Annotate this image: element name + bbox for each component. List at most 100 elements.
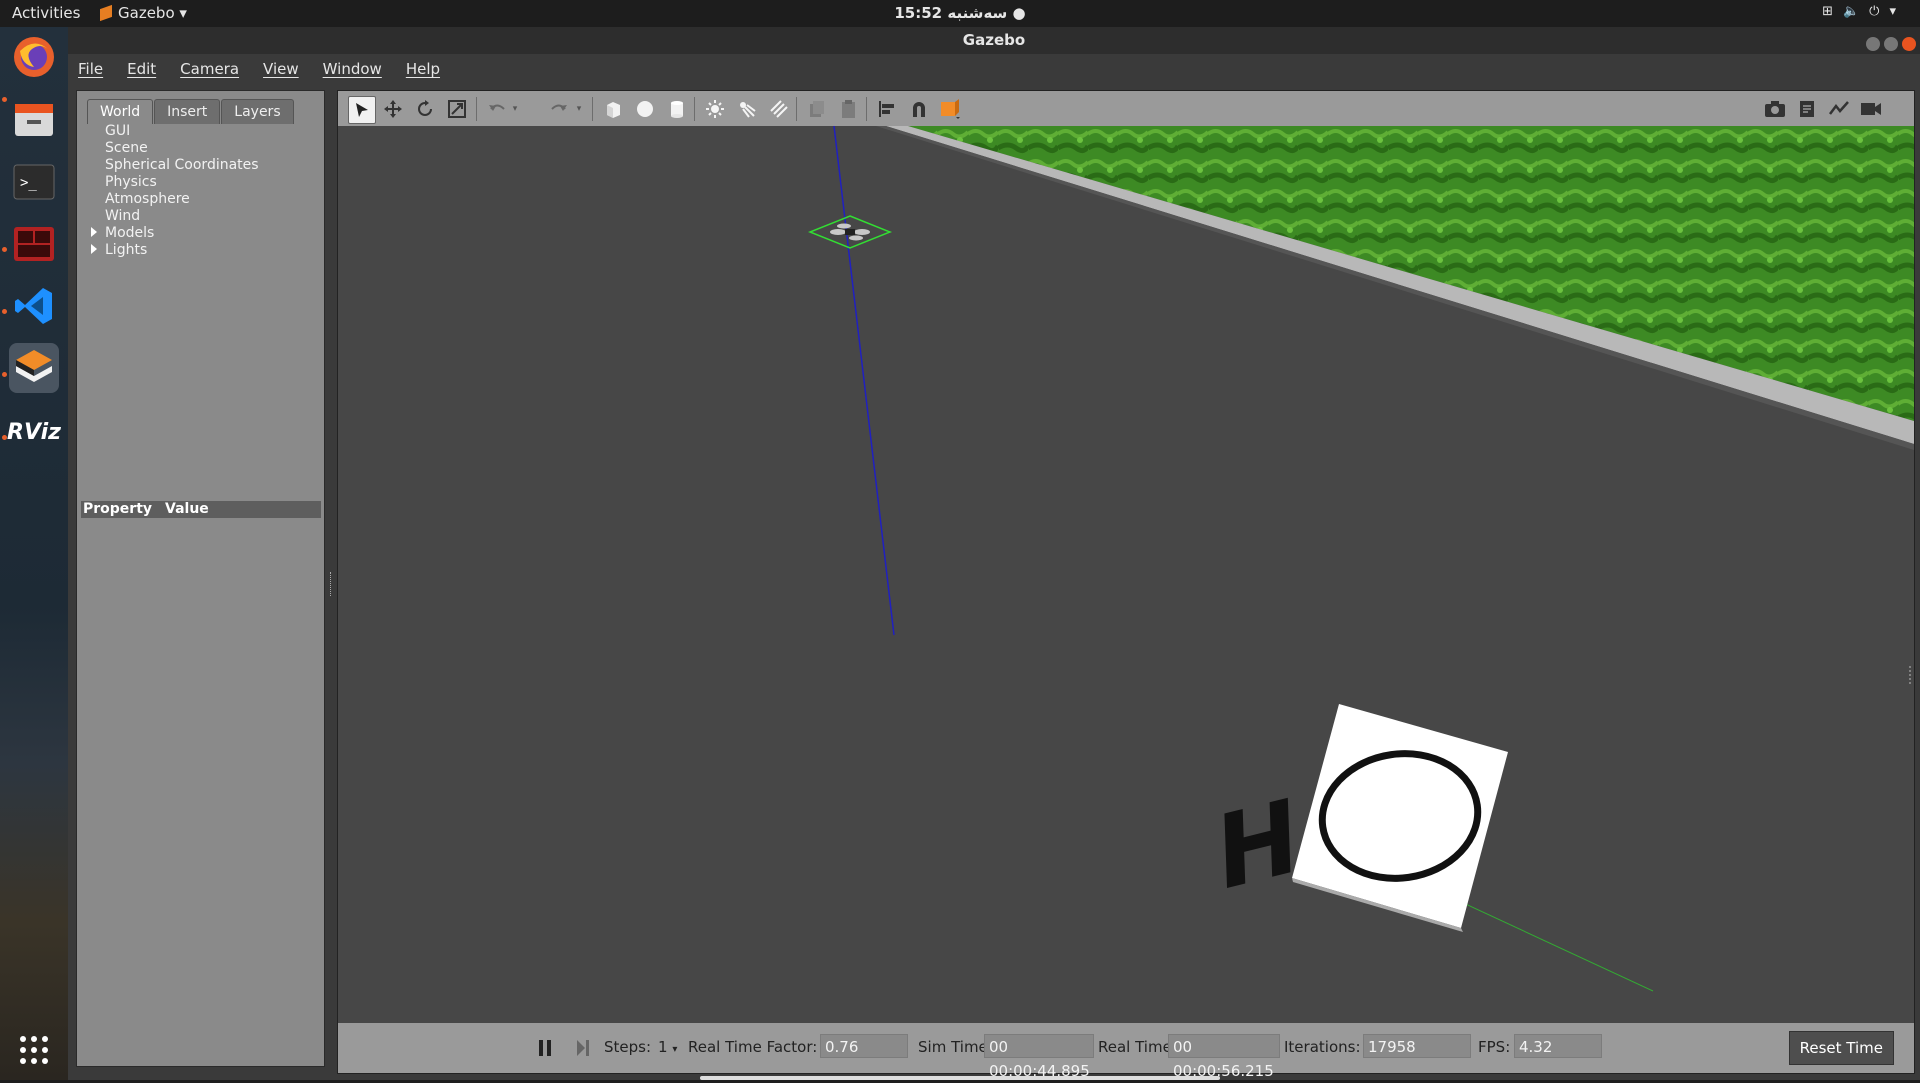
steps-spinbox[interactable]: 1 ▾ bbox=[658, 1038, 677, 1056]
terminal-icon[interactable]: >_ bbox=[9, 157, 59, 207]
tree-item-models[interactable]: Models bbox=[77, 225, 324, 242]
grid-icon[interactable] bbox=[9, 1025, 59, 1075]
window-controls bbox=[1862, 33, 1916, 60]
sim-time-label: Sim Time: bbox=[918, 1038, 993, 1056]
paste-icon[interactable] bbox=[836, 96, 862, 122]
time-panel: Steps: 1 ▾ Real Time Factor: 0.76 Sim Ti… bbox=[338, 1023, 1914, 1080]
reset-time-button[interactable]: Reset Time bbox=[1788, 1031, 1894, 1065]
title-bar[interactable]: Gazebo bbox=[68, 27, 1920, 54]
snap-magnet-icon[interactable] bbox=[906, 96, 932, 122]
files-icon[interactable] bbox=[9, 94, 59, 144]
render-panel: ▾ ▾ H Steps: 1 ▾ Real Time Factor: 0.76 … bbox=[337, 90, 1915, 1080]
sim-time-field: 00 00:00:44.895 bbox=[984, 1034, 1094, 1080]
real-time-label: Real Time: bbox=[1098, 1038, 1177, 1056]
redo-history-icon[interactable]: ▾ bbox=[572, 96, 586, 122]
close-button[interactable] bbox=[1902, 37, 1916, 51]
viewport-toolbar: ▾ ▾ bbox=[338, 91, 1914, 126]
menu-file[interactable]: File bbox=[78, 60, 103, 78]
tree-item-lights[interactable]: Lights bbox=[77, 242, 324, 259]
translate-mode-icon[interactable] bbox=[380, 96, 406, 122]
firefox-icon[interactable] bbox=[9, 32, 59, 82]
log-data-icon[interactable] bbox=[1794, 96, 1820, 122]
network-icon: ⊞ bbox=[1822, 4, 1843, 19]
pause-icon[interactable] bbox=[532, 1035, 558, 1061]
copy-icon[interactable] bbox=[804, 96, 830, 122]
menu-view[interactable]: View bbox=[263, 60, 299, 78]
menu-bar: File Edit Camera View Window Help bbox=[68, 54, 1920, 81]
expand-arrow-icon[interactable] bbox=[91, 244, 97, 254]
steps-value: 1 bbox=[658, 1038, 668, 1056]
iterations-label: Iterations: bbox=[1284, 1038, 1361, 1056]
tree-item-spherical-coordinates[interactable]: Spherical Coordinates bbox=[77, 157, 324, 174]
tree-item-atmosphere[interactable]: Atmosphere bbox=[77, 191, 324, 208]
menu-window[interactable]: Window bbox=[323, 60, 382, 78]
helipad-letter: H bbox=[1215, 775, 1300, 914]
video-record-icon[interactable] bbox=[1858, 96, 1884, 122]
tree-item-physics[interactable]: Physics bbox=[77, 174, 324, 191]
tree-item-models-label: Models bbox=[105, 225, 155, 241]
scene-canvas: H bbox=[338, 126, 1914, 1023]
property-header: Property Value bbox=[81, 501, 321, 518]
svg-text:>_: >_ bbox=[20, 175, 37, 191]
3d-scene[interactable]: H bbox=[338, 126, 1914, 1023]
menu-help[interactable]: Help bbox=[406, 60, 440, 78]
clock[interactable]: 15:52 سەشنبە ● bbox=[0, 4, 1920, 22]
menu-edit[interactable]: Edit bbox=[127, 60, 156, 78]
chevron-down-icon: ▾ bbox=[1889, 4, 1906, 19]
screenshot-icon[interactable] bbox=[1762, 96, 1788, 122]
box-shape-icon[interactable] bbox=[600, 96, 626, 122]
tree-item-scene[interactable]: Scene bbox=[77, 140, 324, 157]
rtf-label: Real Time Factor: bbox=[688, 1038, 818, 1056]
rviz-icon[interactable]: RViz bbox=[7, 407, 61, 457]
real-time-field: 00 00:00:56.215 bbox=[1168, 1034, 1280, 1080]
step-forward-icon[interactable] bbox=[570, 1035, 596, 1061]
chevron-down-icon: ▾ bbox=[672, 1044, 678, 1055]
view-angle-icon[interactable] bbox=[938, 96, 964, 122]
point-light-icon[interactable] bbox=[702, 96, 728, 122]
align-icon[interactable] bbox=[874, 96, 900, 122]
steps-label: Steps: bbox=[604, 1038, 652, 1056]
dock: >_ RViz bbox=[0, 27, 68, 1080]
power-icon: ⏻ bbox=[1869, 4, 1890, 19]
expand-arrow-icon[interactable] bbox=[91, 227, 97, 237]
gazebo-dock-icon[interactable] bbox=[9, 343, 59, 393]
tree-item-gui[interactable]: GUI bbox=[77, 123, 324, 140]
window-title: Gazebo bbox=[962, 31, 1026, 49]
sphere-shape-icon[interactable] bbox=[632, 96, 658, 122]
gazebo-window: Gazebo File Edit Camera View Window Help Worl… bbox=[68, 27, 1920, 1080]
menu-camera[interactable]: Camera bbox=[180, 60, 239, 78]
select-mode-icon[interactable] bbox=[348, 96, 376, 124]
property-column-header: Property bbox=[83, 501, 153, 517]
plot-icon[interactable] bbox=[1826, 96, 1852, 122]
maximize-button[interactable] bbox=[1884, 37, 1898, 51]
rviz-label: RViz bbox=[7, 419, 61, 445]
terminator-icon[interactable] bbox=[9, 219, 59, 269]
tab-insert[interactable]: Insert bbox=[154, 99, 221, 124]
world-tree: GUI Scene Spherical Coordinates Physics … bbox=[77, 123, 324, 259]
fps-field: 4.32 bbox=[1514, 1034, 1602, 1058]
undo-icon[interactable] bbox=[484, 96, 510, 122]
scale-mode-icon[interactable] bbox=[444, 96, 470, 122]
value-column-header: Value bbox=[165, 501, 209, 517]
minimize-button[interactable] bbox=[1866, 37, 1880, 51]
vscode-icon[interactable] bbox=[9, 281, 59, 331]
tab-world[interactable]: World bbox=[87, 99, 154, 124]
cylinder-shape-icon[interactable] bbox=[664, 96, 690, 122]
volume-icon: 🔈 bbox=[1842, 4, 1870, 19]
tree-item-lights-label: Lights bbox=[105, 242, 148, 258]
directional-light-icon[interactable] bbox=[766, 96, 792, 122]
undo-history-icon[interactable]: ▾ bbox=[508, 96, 522, 122]
system-tray[interactable]: ⊞🔈⏻▾ bbox=[1822, 4, 1906, 19]
rtf-field: 0.76 bbox=[820, 1034, 908, 1058]
iterations-field: 17958 bbox=[1363, 1034, 1471, 1058]
rotate-mode-icon[interactable] bbox=[412, 96, 438, 122]
redo-icon[interactable] bbox=[546, 96, 572, 122]
panel-splitter[interactable] bbox=[330, 572, 334, 596]
tree-item-wind[interactable]: Wind bbox=[77, 208, 324, 225]
taskbar-indicator bbox=[700, 1076, 1220, 1080]
tab-layers[interactable]: Layers bbox=[221, 99, 294, 124]
panel-tabs: World Insert Layers bbox=[87, 99, 295, 125]
fps-label: FPS: bbox=[1478, 1038, 1511, 1056]
left-panel: World Insert Layers GUI Scene Spherical Co… bbox=[76, 90, 325, 1067]
spot-light-icon[interactable] bbox=[734, 96, 760, 122]
